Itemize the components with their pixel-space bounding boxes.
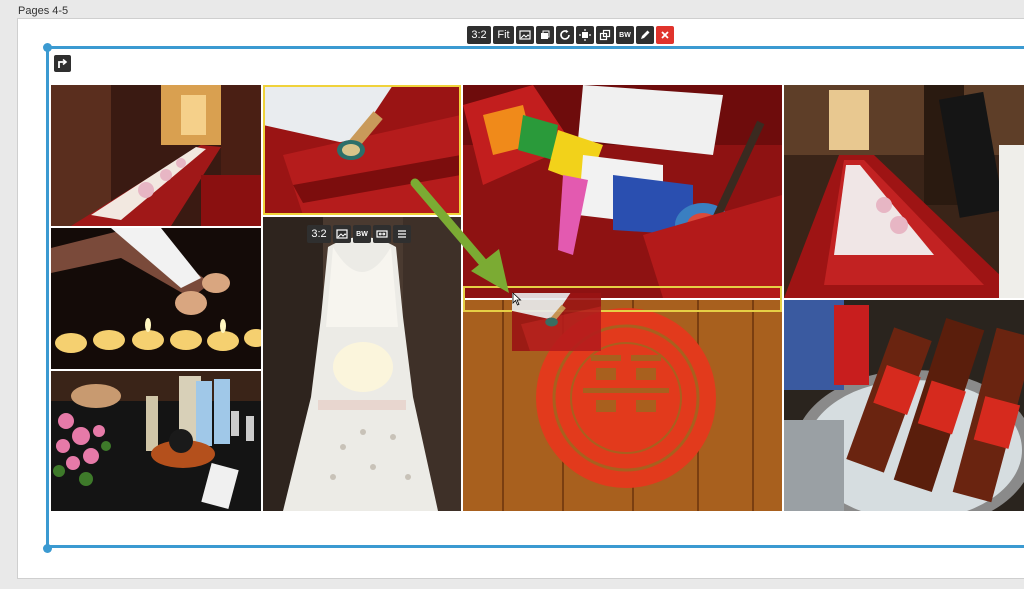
ratio-button[interactable]: 3:2: [467, 26, 491, 44]
photo-prayer-wheel[interactable]: [263, 85, 461, 215]
close-icon: [661, 31, 669, 39]
image-swap-button[interactable]: [516, 26, 534, 44]
page-toolbar: 3:2 Fit BW: [467, 26, 674, 44]
image-swap-icon: [336, 229, 348, 239]
image-swap-icon: [519, 30, 531, 40]
cell-toolbar: 3:2 BW: [307, 225, 411, 243]
cell-fit-width-button[interactable]: [373, 225, 391, 243]
link-button[interactable]: [596, 26, 614, 44]
resize-handle-top-left[interactable]: [43, 43, 52, 52]
fit-width-icon: [376, 230, 388, 238]
photo-beer-bucket[interactable]: [784, 300, 1024, 511]
spread-frame-top[interactable]: [46, 46, 1024, 49]
photo-banquet-hall-left[interactable]: [51, 85, 261, 226]
link-icon: [599, 29, 611, 41]
rotate-icon: [560, 29, 570, 40]
photo-double-happiness[interactable]: [463, 300, 782, 511]
menu-icon: [398, 230, 406, 238]
close-button[interactable]: [656, 26, 674, 44]
edit-button[interactable]: [636, 26, 654, 44]
pencil-icon: [641, 30, 650, 39]
move-icon: [579, 29, 591, 41]
spread-frame-bottom[interactable]: [46, 545, 1024, 548]
move-button[interactable]: [576, 26, 594, 44]
cell-image-swap-button[interactable]: [333, 225, 351, 243]
mouse-cursor-icon: [512, 292, 522, 306]
stack-button[interactable]: [536, 26, 554, 44]
photo-banquet-hall-right[interactable]: [784, 85, 1024, 298]
cell-bw-button[interactable]: BW: [353, 225, 371, 243]
bw-button[interactable]: BW: [616, 26, 634, 44]
page-label: Pages 4-5: [18, 5, 69, 17]
stack-icon: [541, 30, 550, 39]
photo-wedding-dress[interactable]: [263, 217, 461, 511]
resize-handle-bottom-left[interactable]: [43, 544, 52, 553]
spread-frame-left[interactable]: [46, 46, 49, 548]
drag-ghost-image: [512, 293, 601, 351]
page-corner-button[interactable]: [54, 55, 71, 72]
turn-arrow-icon: [58, 58, 68, 68]
photo-table-ribbons[interactable]: [463, 85, 782, 298]
cell-ratio-button[interactable]: 3:2: [307, 225, 331, 243]
photo-table-drinks[interactable]: [51, 371, 261, 511]
cell-menu-button[interactable]: [393, 225, 411, 243]
photo-candles[interactable]: [51, 228, 261, 369]
fit-button[interactable]: Fit: [493, 26, 514, 44]
rotate-button[interactable]: [556, 26, 574, 44]
